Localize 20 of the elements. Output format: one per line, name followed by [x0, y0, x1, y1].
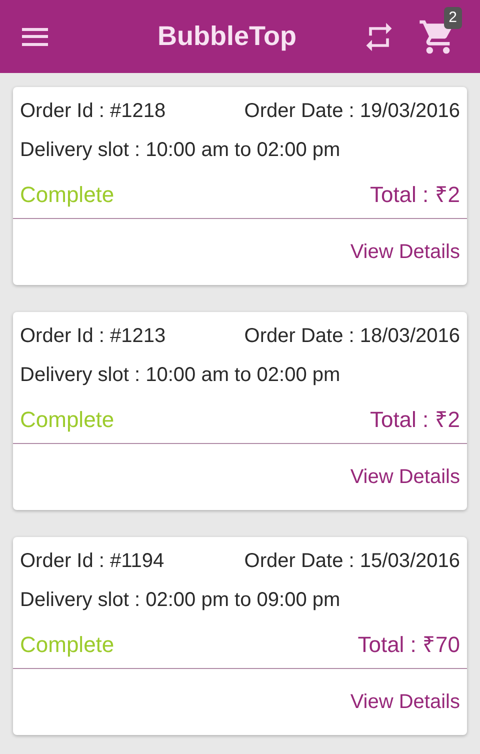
order-total: Total : ₹2 — [370, 181, 460, 209]
order-id: Order Id : #1194 — [20, 549, 164, 574]
order-total: Total : ₹2 — [370, 406, 460, 434]
order-status: Complete — [20, 181, 114, 209]
cart-count-badge: 2 — [444, 6, 462, 28]
delivery-slot: Delivery slot : 10:00 am to 02:00 pm — [20, 135, 340, 165]
delivery-slot: Delivery slot : 02:00 pm to 09:00 pm — [20, 585, 340, 615]
order-total: Total : ₹70 — [358, 631, 460, 659]
order-date: Order Date : 19/03/2016 — [244, 99, 460, 124]
view-details-link[interactable]: View Details — [350, 687, 460, 717]
order-id: Order Id : #1218 — [20, 99, 166, 124]
order-date: Order Date : 15/03/2016 — [244, 549, 460, 574]
order-status: Complete — [20, 631, 114, 659]
delivery-slot: Delivery slot : 10:00 am to 02:00 pm — [20, 360, 340, 390]
order-id: Order Id : #1213 — [20, 324, 166, 349]
app-title: BubbleTop — [158, 20, 296, 54]
order-status: Complete — [20, 406, 114, 434]
view-details-link[interactable]: View Details — [350, 462, 460, 492]
view-details-link[interactable]: View Details — [350, 237, 460, 267]
order-date: Order Date : 18/03/2016 — [244, 324, 460, 349]
